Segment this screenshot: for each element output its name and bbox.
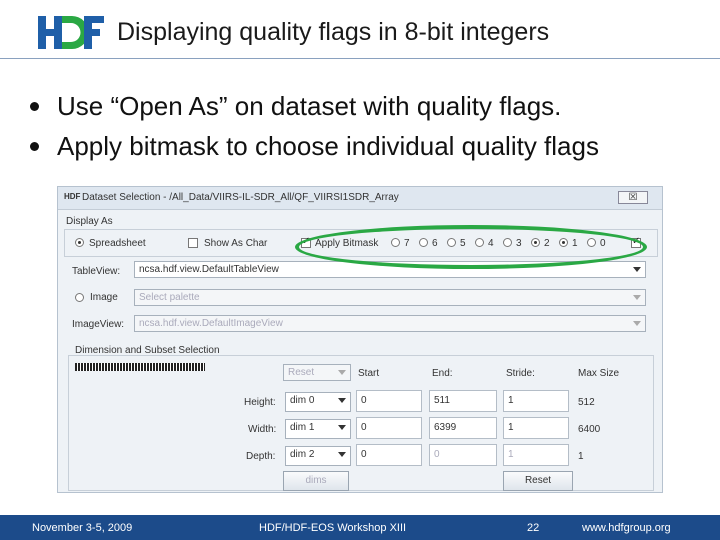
depth-end-input[interactable]: 0: [429, 444, 497, 466]
image-label: Image: [90, 292, 118, 303]
spreadsheet-radio[interactable]: [75, 238, 84, 247]
dialog-title: Dataset Selection - /All_Data/VIIRS-IL-S…: [82, 192, 399, 203]
bullet-dot-icon: [30, 101, 39, 111]
width-dim-select[interactable]: dim 1: [285, 419, 351, 439]
palette-placeholder: Select palette: [139, 292, 200, 303]
bullet-text: Use “Open As” on dataset with quality fl…: [57, 91, 562, 121]
chevron-down-icon: [633, 267, 641, 272]
reset-button[interactable]: Reset: [503, 471, 573, 491]
end-header: End:: [432, 368, 453, 379]
slide-title: Displaying quality flags in 8-bit intege…: [117, 18, 550, 46]
reset-select-label: Reset: [288, 367, 315, 378]
hdf-logo: [38, 16, 104, 49]
width-label: Width:: [248, 424, 277, 435]
chevron-down-icon: [338, 425, 346, 430]
depth-stride-input[interactable]: 1: [503, 444, 569, 466]
width-dim-value: dim 1: [290, 422, 315, 433]
tableview-label: TableView:: [72, 266, 121, 277]
depth-label: Depth:: [246, 451, 276, 462]
footer-event: HDF/HDF-EOS Workshop XIII: [259, 522, 407, 534]
width-end-input[interactable]: 6399: [429, 417, 497, 439]
palette-select[interactable]: Select palette: [134, 289, 646, 306]
width-stride-input[interactable]: 1: [503, 417, 569, 439]
preview-thumbnail: [75, 363, 205, 371]
depth-max-size: 1: [578, 451, 584, 462]
chevron-down-icon: [633, 295, 641, 300]
imageview-select[interactable]: ncsa.hdf.view.DefaultImageView: [134, 315, 646, 332]
width-start-input[interactable]: 0: [356, 417, 422, 439]
reset-select[interactable]: Reset: [283, 364, 351, 381]
start-header: Start: [358, 368, 380, 379]
display-as-label: Display As: [66, 216, 113, 227]
footer-date: November 3-5, 2009: [32, 522, 133, 534]
height-dim-select[interactable]: dim 0: [285, 392, 351, 412]
height-label: Height:: [244, 397, 276, 408]
hdf-app-icon: HDF: [64, 192, 81, 201]
chevron-down-icon: [338, 398, 346, 403]
height-start-input[interactable]: 0: [356, 390, 422, 412]
bullet-item: Apply bitmask to choose individual quali…: [30, 126, 599, 166]
close-button[interactable]: ☒: [618, 191, 648, 204]
tableview-value: ncsa.hdf.view.DefaultTableView: [139, 264, 279, 275]
depth-start-input[interactable]: 0: [356, 444, 422, 466]
show-as-char-label: Show As Char: [204, 238, 268, 249]
height-max-size: 512: [578, 397, 595, 408]
image-radio[interactable]: [75, 293, 84, 302]
show-as-char-checkbox[interactable]: [188, 238, 198, 248]
footer-url: www.hdfgroup.org: [582, 522, 671, 534]
footer-page-number: 22: [527, 522, 540, 534]
imageview-label: ImageView:: [72, 319, 125, 330]
height-dim-value: dim 0: [290, 395, 315, 406]
depth-dim-select[interactable]: dim 2: [285, 446, 351, 466]
stride-header: Stride:: [506, 368, 535, 379]
slide-footer: November 3-5, 2009 HDF/HDF-EOS Workshop …: [0, 515, 720, 540]
bitmask-highlight-ellipse: [295, 225, 647, 269]
height-end-input[interactable]: 511: [429, 390, 497, 412]
chevron-down-icon: [633, 321, 641, 326]
bullet-item: Use “Open As” on dataset with quality fl…: [30, 86, 599, 126]
bullet-text: Apply bitmask to choose individual quali…: [57, 131, 599, 161]
title-divider: [0, 58, 720, 59]
spreadsheet-label: Spreadsheet: [89, 238, 146, 249]
bullet-dot-icon: [30, 141, 39, 151]
bullet-list: Use “Open As” on dataset with quality fl…: [30, 86, 599, 166]
depth-dim-value: dim 2: [290, 449, 315, 460]
chevron-down-icon: [338, 370, 346, 375]
imageview-value: ncsa.hdf.view.DefaultImageView: [139, 318, 283, 329]
chevron-down-icon: [338, 452, 346, 457]
width-max-size: 6400: [578, 424, 601, 435]
height-stride-input[interactable]: 1: [503, 390, 569, 412]
dims-button[interactable]: dims: [283, 471, 349, 491]
dialog-titlebar[interactable]: HDF Dataset Selection - /All_Data/VIIRS-…: [58, 187, 662, 210]
max-size-header: Max Size: [578, 368, 620, 379]
